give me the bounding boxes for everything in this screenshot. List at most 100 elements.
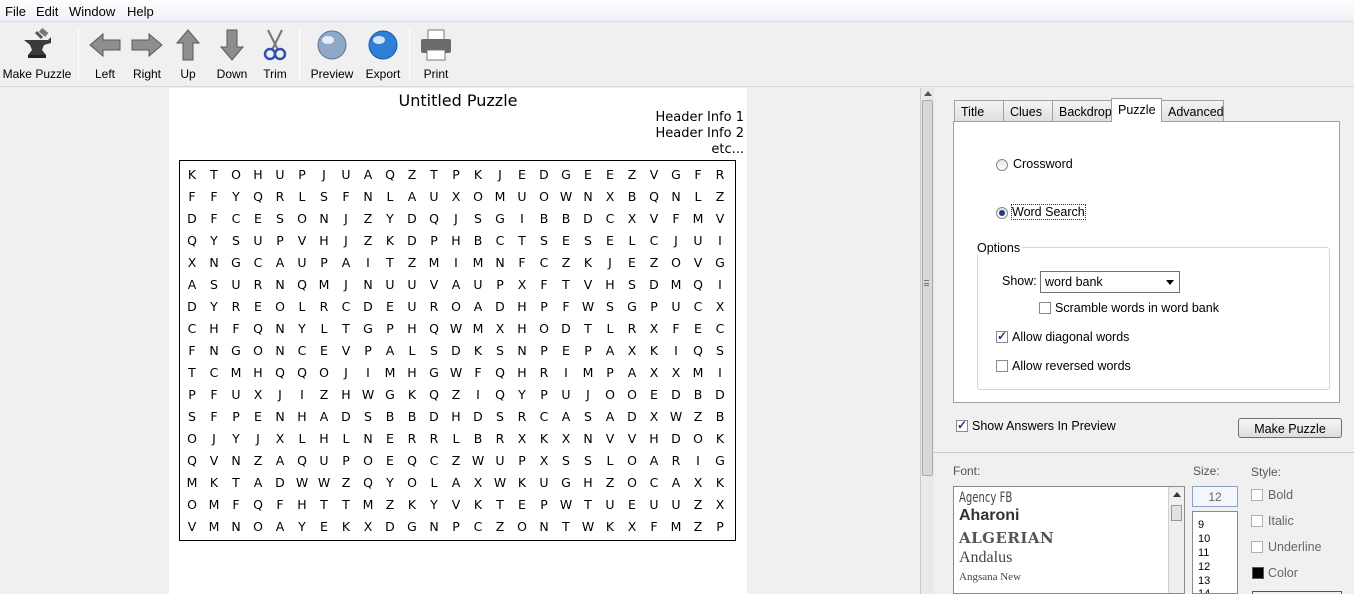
size-list[interactable]: 9 10 11 12 13 14 <box>1192 511 1238 594</box>
grid-letter: N <box>275 343 285 358</box>
tab-puzzle[interactable]: Puzzle <box>1111 98 1162 122</box>
color-label[interactable]: Color <box>1268 566 1298 580</box>
font-item[interactable]: ALGERIAN <box>959 529 1054 547</box>
tab-clues[interactable]: Clues <box>1003 100 1053 121</box>
grid-letter: K <box>341 519 351 534</box>
font-item[interactable]: Andalus <box>959 549 1012 567</box>
size-item[interactable]: 9 <box>1198 519 1204 531</box>
up-button[interactable]: Up <box>168 26 208 82</box>
grid-letter: C <box>231 211 241 226</box>
font-item[interactable]: Angsana New <box>959 571 1021 583</box>
bold-checkbox[interactable] <box>1251 489 1263 501</box>
size-item[interactable]: 12 <box>1198 561 1210 573</box>
font-item[interactable]: Aharoni <box>959 507 1019 525</box>
grid-letter: L <box>386 189 394 204</box>
show-answers-label[interactable]: Show Answers In Preview <box>972 419 1116 433</box>
make-puzzle-toolbar-button[interactable]: Make Puzzle <box>2 26 72 82</box>
grid-letter: O <box>451 299 461 314</box>
font-item[interactable]: Agency FB <box>959 490 1012 506</box>
size-item[interactable]: 14 <box>1198 588 1210 593</box>
preview-button[interactable]: Preview <box>308 26 356 82</box>
scrollbar-thumb[interactable] <box>1171 505 1182 521</box>
menu-window[interactable]: Window <box>69 4 115 19</box>
panel-divider[interactable] <box>934 452 1354 453</box>
down-button[interactable]: Down <box>211 26 253 82</box>
show-select[interactable]: word bank <box>1040 271 1180 293</box>
scroll-up-icon[interactable] <box>924 91 932 96</box>
bold-label[interactable]: Bold <box>1268 488 1293 502</box>
grid-letter: K <box>473 343 483 358</box>
grid-letter: U <box>539 475 549 490</box>
menu-edit[interactable]: Edit <box>36 4 58 19</box>
underline-label[interactable]: Underline <box>1268 540 1322 554</box>
grid-letter: J <box>498 167 502 182</box>
font-list-scrollbar[interactable] <box>1168 487 1184 593</box>
grid-letter: P <box>716 519 724 534</box>
grid-letter: A <box>253 475 263 490</box>
grid-letter: P <box>452 519 460 534</box>
grid-letter: W <box>317 475 331 490</box>
size-input[interactable]: 12 <box>1192 486 1238 507</box>
grid-letter: Z <box>451 387 461 402</box>
menu-help[interactable]: Help <box>127 4 154 19</box>
crossword-radio[interactable] <box>996 159 1008 171</box>
scroll-up-icon[interactable] <box>1173 492 1181 497</box>
diagonal-checkbox[interactable] <box>996 329 1008 343</box>
grid-letter: V <box>627 431 637 446</box>
word-search-radio[interactable] <box>996 207 1008 219</box>
reversed-label[interactable]: Allow reversed words <box>1012 359 1131 373</box>
menu-file[interactable]: File <box>5 4 26 19</box>
grid-letter: A <box>275 255 285 270</box>
size-item[interactable]: 13 <box>1198 575 1210 587</box>
grid-letter: K <box>649 343 659 358</box>
toolbar-separator <box>409 28 410 80</box>
show-answers-checkbox[interactable] <box>956 418 968 432</box>
grid-letter: P <box>650 299 658 314</box>
reversed-checkbox[interactable] <box>996 360 1008 372</box>
size-item[interactable]: 11 <box>1198 547 1209 559</box>
make-puzzle-button[interactable]: Make Puzzle <box>1238 418 1342 438</box>
grid-letter: X <box>275 431 285 446</box>
right-button[interactable]: Right <box>126 26 168 82</box>
scrollbar-thumb[interactable] <box>922 100 933 476</box>
grid-letter: E <box>562 343 570 358</box>
grid-letter: X <box>517 277 527 292</box>
diagonal-label[interactable]: Allow diagonal words <box>1012 330 1129 344</box>
grid-letter: O <box>693 431 703 446</box>
scramble-label[interactable]: Scramble words in word bank <box>1055 301 1219 315</box>
grid-letter: M <box>362 497 374 512</box>
tab-backdrop[interactable]: Backdrop <box>1052 100 1112 121</box>
grid-letter: U <box>473 277 483 292</box>
export-button[interactable]: Export <box>362 26 404 82</box>
grid-letter: N <box>275 277 285 292</box>
font-list[interactable]: Agency FB Aharoni ALGERIAN Andalus Angsa… <box>953 486 1185 594</box>
scramble-checkbox[interactable] <box>1039 302 1051 314</box>
anvil-icon <box>20 27 54 62</box>
grid-letter: P <box>430 233 438 248</box>
tab-title[interactable]: Title <box>954 100 1004 121</box>
trim-button[interactable]: Trim <box>256 26 294 82</box>
size-item[interactable]: 10 <box>1198 533 1210 545</box>
grid-letter: B <box>561 211 571 226</box>
preview-label: Preview <box>310 67 354 81</box>
tab-advanced[interactable]: Advanced <box>1161 100 1224 121</box>
word-search-label[interactable]: Word Search <box>1011 204 1086 220</box>
grid-letter: S <box>320 189 328 204</box>
underline-checkbox[interactable] <box>1251 541 1263 553</box>
grid-letter: A <box>627 365 637 380</box>
grid-letter: S <box>628 277 636 292</box>
left-button[interactable]: Left <box>84 26 126 82</box>
grid-letter: Q <box>495 365 505 380</box>
grid-letter: Q <box>693 277 703 292</box>
grid-letter: A <box>473 299 483 314</box>
grid-letter: I <box>718 233 722 248</box>
italic-checkbox[interactable] <box>1251 515 1263 527</box>
grid-letter: H <box>297 497 307 512</box>
vertical-scrollbar[interactable] <box>920 88 934 594</box>
grid-letter: P <box>540 497 548 512</box>
color-swatch[interactable] <box>1252 567 1264 579</box>
grid-letter: U <box>231 387 241 402</box>
crossword-label[interactable]: Crossword <box>1013 157 1073 171</box>
italic-label[interactable]: Italic <box>1268 514 1294 528</box>
print-button[interactable]: Print <box>415 26 457 82</box>
